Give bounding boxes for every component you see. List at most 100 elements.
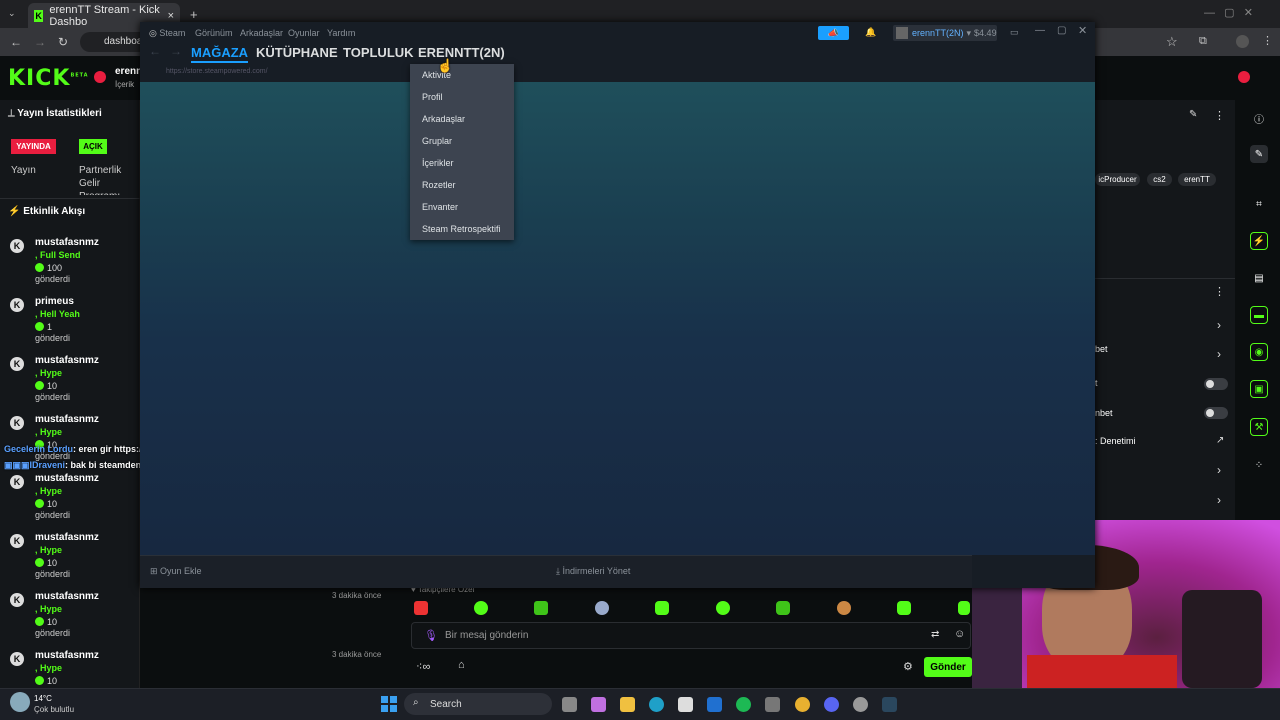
close-icon[interactable]: ✕ [1078, 24, 1087, 37]
steam-menu-item[interactable]: Arkadaşlar [240, 28, 283, 38]
store-icon[interactable]: ⌂ [458, 659, 465, 671]
lightning-icon[interactable]: ⚡ [1250, 232, 1268, 250]
outlook-icon[interactable] [707, 697, 722, 712]
manage-downloads-button[interactable]: ⤓ İndirmeleri Yönet [556, 566, 630, 577]
steam-nav-community[interactable]: TOPLULUK [343, 45, 414, 60]
feed-user[interactable]: mustafasnmz [35, 237, 99, 248]
window-controls[interactable]: — ▢ ✕ [1204, 6, 1253, 19]
forward-arrow-icon[interactable]: → [34, 35, 46, 49]
translate-icon[interactable]: ⇄ [931, 629, 939, 640]
chevron-right-icon[interactable]: › [1217, 493, 1221, 507]
kebab-menu-icon[interactable]: ⋮ [1214, 109, 1225, 122]
settings-gear-icon[interactable]: ⚙ [903, 660, 913, 673]
close-tab-icon[interactable]: × [168, 10, 174, 22]
emote-icon[interactable] [595, 601, 609, 615]
analytics-icon[interactable]: ↗ [1216, 435, 1224, 446]
taskbar-search[interactable]: ⌕ Search [404, 693, 552, 715]
spotify-icon[interactable] [736, 697, 751, 712]
task-view-icon[interactable] [562, 697, 577, 712]
send-button[interactable]: Gönder [924, 657, 972, 677]
emote-icon[interactable] [414, 601, 428, 615]
extensions-icon[interactable]: ⧉ [1199, 35, 1207, 48]
steam-menu-item[interactable]: Oyunlar [288, 28, 320, 38]
discord-icon[interactable] [824, 697, 839, 712]
feed-user[interactable]: mustafasnmz [35, 591, 99, 602]
dropdown-item-badges[interactable]: Rozetler [422, 180, 456, 190]
edit-pencil-icon[interactable]: ✎ [1189, 109, 1197, 120]
feed-user[interactable]: mustafasnmz [35, 414, 99, 425]
emote-icon[interactable] [776, 601, 790, 615]
feed-user[interactable]: mustafasnmz [35, 650, 99, 661]
feed-user[interactable]: primeus [35, 296, 74, 307]
announcements-megaphone-icon[interactable]: 📣 [818, 26, 849, 40]
store-app-icon[interactable] [678, 697, 693, 712]
emote-icon[interactable] [837, 601, 851, 615]
steam-nav-store[interactable]: MAĞAZA [191, 45, 249, 63]
camera-icon[interactable]: ▣ [1250, 380, 1268, 398]
document-icon[interactable]: ▤ [1250, 269, 1268, 287]
tab-list-chevron-icon[interactable]: ⌄ [8, 8, 16, 19]
channel-avatar[interactable] [94, 71, 106, 83]
chat-bubble-icon[interactable]: ▬ [1250, 306, 1268, 324]
toggle-switch[interactable] [1204, 378, 1228, 390]
file-explorer-icon[interactable] [620, 697, 635, 712]
minimize-icon[interactable]: — [1035, 25, 1045, 36]
microphone-icon[interactable]: 🎙 [424, 629, 438, 642]
browser-menu-icon[interactable]: ⋮ [1262, 34, 1273, 47]
feed-user[interactable]: mustafasnmz [35, 532, 99, 543]
steam-nav-profile[interactable]: ERENNTT(2N) [418, 45, 505, 60]
user-avatar[interactable] [1238, 71, 1250, 83]
emoji-icon[interactable]: ☺ [954, 628, 965, 640]
emote-icon[interactable] [474, 601, 488, 615]
chevron-right-icon[interactable]: › [1217, 318, 1221, 332]
emote-icon[interactable] [897, 601, 911, 615]
tag-chip[interactable]: erenTT [1178, 173, 1216, 186]
crop-icon[interactable]: ⌗ [1250, 195, 1268, 213]
steam-nav-library[interactable]: KÜTÜPHANE [256, 45, 338, 60]
broadcast-icon[interactable]: ◉ [1250, 343, 1268, 361]
points-infinity-icon[interactable]: ⁖∞ [416, 660, 430, 673]
steam-menu-item[interactable]: Yardım [327, 28, 355, 38]
copilot-icon[interactable] [591, 697, 606, 712]
chevron-right-icon[interactable]: › [1217, 463, 1221, 477]
back-arrow-icon[interactable]: ← [10, 35, 22, 49]
notifications-bell-icon[interactable]: 🔔 [865, 27, 876, 38]
emote-icon[interactable] [655, 601, 669, 615]
dropdown-item-groups[interactable]: Gruplar [422, 136, 452, 146]
chrome-icon[interactable] [795, 697, 810, 712]
steam-taskbar-icon[interactable] [882, 697, 897, 712]
bookmark-star-icon[interactable]: ☆ [1166, 34, 1178, 50]
dropdown-item-profile[interactable]: Profil [422, 92, 443, 102]
wrench-icon[interactable]: ⚒ [1250, 418, 1268, 436]
dropdown-item-retrospective[interactable]: Steam Retrospektifi [422, 224, 501, 234]
dropdown-item-friends[interactable]: Arkadaşlar [422, 114, 465, 124]
steam-forward-icon[interactable]: → [170, 44, 182, 58]
steam-menu-item[interactable]: Görünüm [195, 28, 233, 38]
steam-menu-item[interactable]: ◎ Steam [149, 28, 185, 39]
new-tab-button[interactable]: + [190, 7, 198, 22]
tag-chip[interactable]: icProducer [1095, 173, 1140, 186]
profile-avatar[interactable] [1236, 35, 1249, 48]
app-icon[interactable] [765, 697, 780, 712]
reload-icon[interactable]: ↻ [58, 35, 68, 49]
maximize-icon[interactable]: ▢ [1057, 25, 1066, 36]
emote-icon[interactable] [534, 601, 548, 615]
chat-input[interactable]: 🎙 Bir mesaj gönderin ⇄ ☺ [411, 622, 971, 649]
big-picture-icon[interactable]: ▭ [1010, 27, 1019, 38]
edge-icon[interactable] [649, 697, 664, 712]
steam-back-icon[interactable]: ← [149, 44, 161, 58]
pencil-icon[interactable]: ✎ [1250, 145, 1268, 163]
nodes-icon[interactable]: ⁘ [1250, 456, 1268, 474]
weather-icon[interactable] [10, 692, 30, 712]
dropdown-item-inventory[interactable]: Envanter [422, 202, 458, 212]
feed-user[interactable]: mustafasnmz [35, 355, 99, 366]
chevron-right-icon[interactable]: › [1217, 347, 1221, 361]
steam-account-button[interactable]: erennTT(2N) ▾ $4.49 [893, 25, 997, 41]
emote-icon[interactable] [958, 601, 970, 615]
tag-chip[interactable]: cs2 [1147, 173, 1172, 186]
kebab-menu-icon[interactable]: ⋮ [1214, 285, 1225, 298]
info-icon[interactable]: ⓘ [1250, 109, 1268, 127]
feed-user[interactable]: mustafasnmz [35, 473, 99, 484]
kick-logo[interactable]: KICKBETA [8, 66, 89, 91]
emote-icon[interactable] [716, 601, 730, 615]
